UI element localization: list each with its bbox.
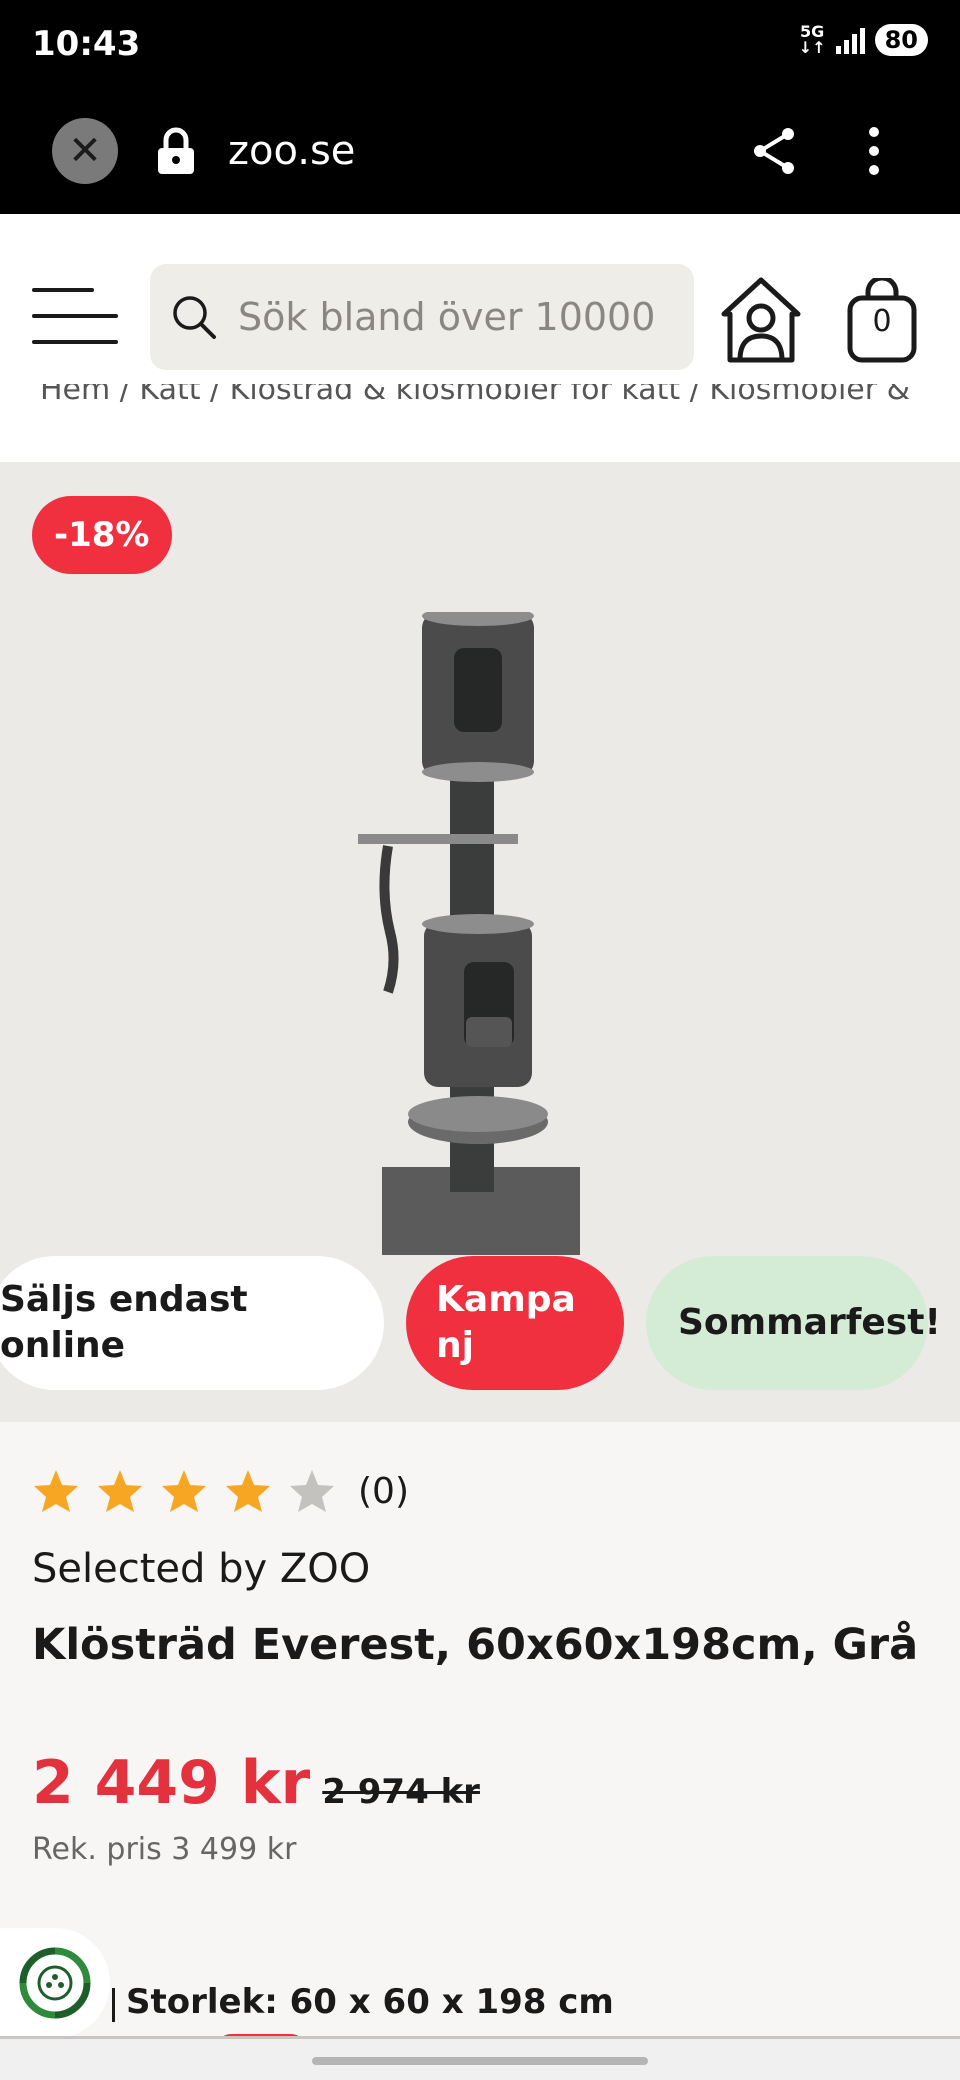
- product-title: Klösträd Everest, 60x60x198cm, Grå: [32, 1620, 919, 1670]
- browser-toolbar: ✕ zoo.se: [0, 90, 960, 214]
- old-price: 2 974 kr: [322, 1772, 480, 1812]
- menu-button[interactable]: [32, 288, 118, 344]
- url-text[interactable]: zoo.se: [228, 128, 355, 174]
- network-indicator: 5G ↓↑: [798, 22, 826, 57]
- status-icons: 5G ↓↑ 80: [799, 24, 928, 56]
- breadcrumb[interactable]: Hem / Katt / Klösträd & klösmöbler för k…: [40, 384, 910, 407]
- gesture-bar: [0, 2039, 960, 2080]
- home-indicator[interactable]: [312, 2057, 648, 2065]
- rating-count: (0): [358, 1470, 409, 1512]
- online-only-badge: Säljs endast online: [0, 1256, 384, 1390]
- share-icon[interactable]: [752, 126, 798, 176]
- online-only-label: Säljs endast online: [0, 1279, 248, 1366]
- star-icon: [98, 1470, 142, 1512]
- product-gallery[interactable]: -18% Säljs endast online Kampanj Sommarf…: [0, 462, 960, 1422]
- close-tab-button[interactable]: ✕: [52, 118, 118, 184]
- star-icon: [162, 1470, 206, 1512]
- star-icon: [34, 1470, 78, 1512]
- search-bar[interactable]: Sök bland över 10000: [150, 264, 694, 370]
- rating-stars[interactable]: (0): [32, 1468, 409, 1514]
- brand-name[interactable]: Selected by ZOO: [32, 1546, 370, 1592]
- cart-button[interactable]: 0: [846, 275, 918, 368]
- site-header: Sök bland över 10000 0: [0, 214, 960, 404]
- lock-icon: [158, 127, 194, 174]
- recycle-icon: [19, 1947, 91, 2019]
- more-options-icon[interactable]: [866, 126, 882, 176]
- star-empty-icon: [290, 1470, 334, 1512]
- battery-indicator: 80: [874, 24, 928, 56]
- campaign-badge: Kampanj: [406, 1256, 624, 1390]
- discount-badge: -18%: [32, 496, 172, 574]
- recommended-price: Rek. pris 3 499 kr: [32, 1832, 297, 1867]
- summer-party-label: Sommarfest!: [678, 1302, 941, 1343]
- network-label: 5G: [800, 22, 825, 41]
- size-divider: [112, 1988, 115, 2022]
- signal-icon: [835, 26, 865, 54]
- price-row: 2 449 kr 2 974 kr: [32, 1748, 480, 1818]
- search-placeholder: Sök bland över 10000: [238, 295, 656, 339]
- search-icon: [173, 296, 216, 339]
- product-info: (0) Selected by ZOO Klösträd Everest, 60…: [0, 1422, 960, 2080]
- size-selector[interactable]: Storlek: 60 x 60 x 198 cm: [126, 1982, 614, 2022]
- current-price: 2 449 kr: [32, 1748, 311, 1818]
- eco-widget[interactable]: [0, 1928, 110, 2038]
- cart-count: 0: [872, 304, 892, 339]
- campaign-label: Kampanj: [436, 1279, 576, 1366]
- status-time: 10:43: [32, 24, 141, 64]
- status-bar: 10:43 5G ↓↑ 80: [0, 0, 960, 90]
- breadcrumb-strip: Hem / Katt / Klösträd & klösmöbler för k…: [0, 384, 960, 462]
- cat-tree-image: [358, 612, 580, 1255]
- summer-party-badge: Sommarfest!: [646, 1256, 941, 1390]
- account-icon[interactable]: [718, 274, 804, 364]
- star-icon: [226, 1470, 270, 1512]
